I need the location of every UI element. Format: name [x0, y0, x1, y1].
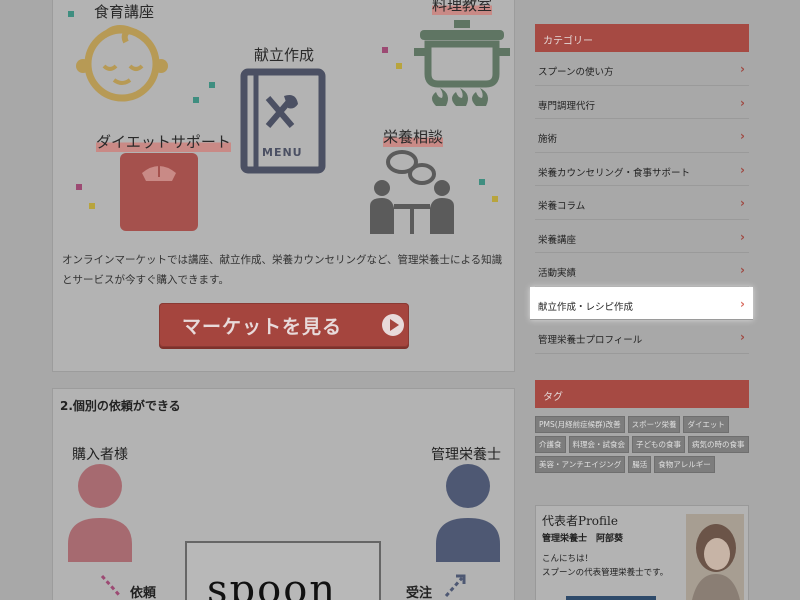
category-item[interactable]: 管理栄養士プロフィール › — [535, 320, 749, 354]
tag-link[interactable]: PMS(月経前症候群)改善 — [535, 416, 625, 433]
category-label: スプーンの使い方 — [538, 67, 614, 78]
baby-face-icon — [76, 25, 168, 102]
tag-link[interactable]: 介護食 — [535, 436, 566, 453]
category-label: 専門調理代行 — [538, 100, 596, 112]
chevron-right-icon: › — [740, 296, 745, 311]
category-label: 施術 — [538, 134, 558, 145]
consultation-icon — [370, 150, 454, 234]
chevron-right-icon: › — [740, 129, 745, 143]
confetti — [479, 179, 485, 185]
weight-scale-icon — [120, 153, 198, 231]
confetti — [382, 47, 388, 53]
service-label-cooking-class: 料理教室 — [432, 0, 493, 15]
category-item[interactable]: スプーンの使い方 › — [535, 52, 749, 86]
service-label-food-course: 食育講座 — [94, 3, 155, 21]
category-label: 栄養講座 — [538, 234, 577, 246]
tag-cloud: PMS(月経前症候群)改善 スポーツ栄養 ダイエット 介護食 料理会・試食会 子… — [535, 416, 749, 473]
tag-link[interactable]: 腸活 — [628, 456, 652, 473]
category-label: 栄養コラム — [538, 201, 586, 212]
spoon-logo-box: spoon — [185, 541, 381, 600]
tag-link[interactable]: スポーツ栄養 — [627, 416, 681, 433]
confetti — [492, 196, 498, 202]
category-label: 活動実績 — [538, 268, 577, 279]
confetti — [89, 203, 95, 209]
chevron-right-icon: › — [740, 62, 745, 76]
category-item[interactable]: 栄養コラム › — [535, 186, 749, 220]
service-label-nutrition-consult: 栄養相談 — [383, 126, 444, 147]
confetti — [193, 97, 199, 103]
profile-line-2: スプーンの代表管理栄養士です。 — [542, 568, 669, 578]
category-label: 管理栄養士プロフィール — [538, 335, 643, 346]
buyer-person-icon — [68, 464, 132, 562]
profile-line-1: こんにちは！ — [542, 554, 594, 564]
category-item[interactable]: 施術 › — [535, 119, 749, 153]
tag-heading: タグ — [535, 380, 749, 408]
cooking-pot-icon — [414, 20, 510, 106]
dietitian-label: 管理栄養士 — [431, 447, 501, 463]
market-button[interactable]: マーケットを見る — [159, 303, 409, 347]
accept-arrow-icon — [444, 574, 466, 597]
market-description: オンラインマーケットでは講座、献立作成、栄養カウンセリングなど、管理栄養士による… — [62, 254, 503, 286]
profile-greeting: こんにちは！ スプーンの代表管理栄養士です。 — [542, 552, 668, 580]
service-label-diet-support: ダイエットサポート — [96, 131, 231, 152]
request-arrow-icon — [100, 574, 122, 598]
chevron-right-icon: › — [740, 330, 745, 344]
category-item[interactable]: 栄養カウンセリング・食事サポート › — [535, 153, 749, 186]
category-list: スプーンの使い方 › 専門調理代行 › 施術 › 栄養カウンセリング・食事サポート › … — [530, 52, 753, 354]
section-title: 2.個別の依頼ができる — [60, 399, 181, 413]
play-circle-icon — [382, 314, 404, 336]
category-item[interactable]: 活動実績 › — [535, 253, 749, 287]
category-item[interactable]: 専門調理代行 › — [535, 86, 749, 119]
tag-link[interactable]: 美容・アンチエイジング — [535, 456, 626, 473]
portrait-image — [686, 514, 744, 600]
confetti — [396, 63, 402, 69]
confetti — [76, 184, 82, 190]
chevron-right-icon: › — [740, 196, 745, 210]
request-label: 依頼 — [130, 586, 157, 600]
chevron-right-icon: › — [740, 263, 745, 277]
chevron-right-icon: › — [740, 229, 745, 244]
tag-link[interactable]: ダイエット — [683, 416, 729, 433]
menu-word: MENU — [262, 146, 303, 159]
service-label-menu-planning: 献立作成 — [254, 46, 315, 64]
chevron-right-icon: › — [740, 95, 745, 110]
profile-link-bar[interactable] — [566, 596, 656, 600]
category-label: 栄養カウンセリング・食事サポート — [538, 167, 691, 179]
profile-photo — [686, 514, 744, 600]
confetti — [209, 82, 215, 88]
profile-card[interactable]: 代表者Profile 管理栄養士 阿部葵 こんにちは！ スプーンの代表管理栄養士… — [535, 505, 749, 600]
chevron-right-icon: › — [740, 162, 745, 177]
tag-link[interactable]: 食物アレルギー — [654, 456, 715, 473]
confetti — [68, 11, 74, 17]
category-item[interactable]: 栄養講座 › — [535, 220, 749, 253]
category-label: 献立作成・レシピ作成 — [538, 301, 634, 313]
category-item-active[interactable]: 献立作成・レシピ作成 › — [530, 286, 753, 320]
market-button-label: マーケットを見る — [181, 315, 342, 338]
category-heading: カテゴリー — [535, 24, 749, 52]
tag-link[interactable]: 子どもの食事 — [632, 436, 685, 453]
tag-link[interactable]: 料理会・試食会 — [568, 436, 629, 453]
dietitian-person-icon — [436, 464, 500, 562]
spoon-logo: spoon — [207, 567, 338, 600]
profile-name: 管理栄養士 阿部葵 — [542, 534, 624, 544]
accept-label: 受注 — [406, 586, 433, 600]
profile-title: 代表者Profile — [542, 514, 618, 528]
tag-link[interactable]: 病気の時の食事 — [688, 436, 749, 453]
buyer-label: 購入者様 — [72, 447, 128, 463]
